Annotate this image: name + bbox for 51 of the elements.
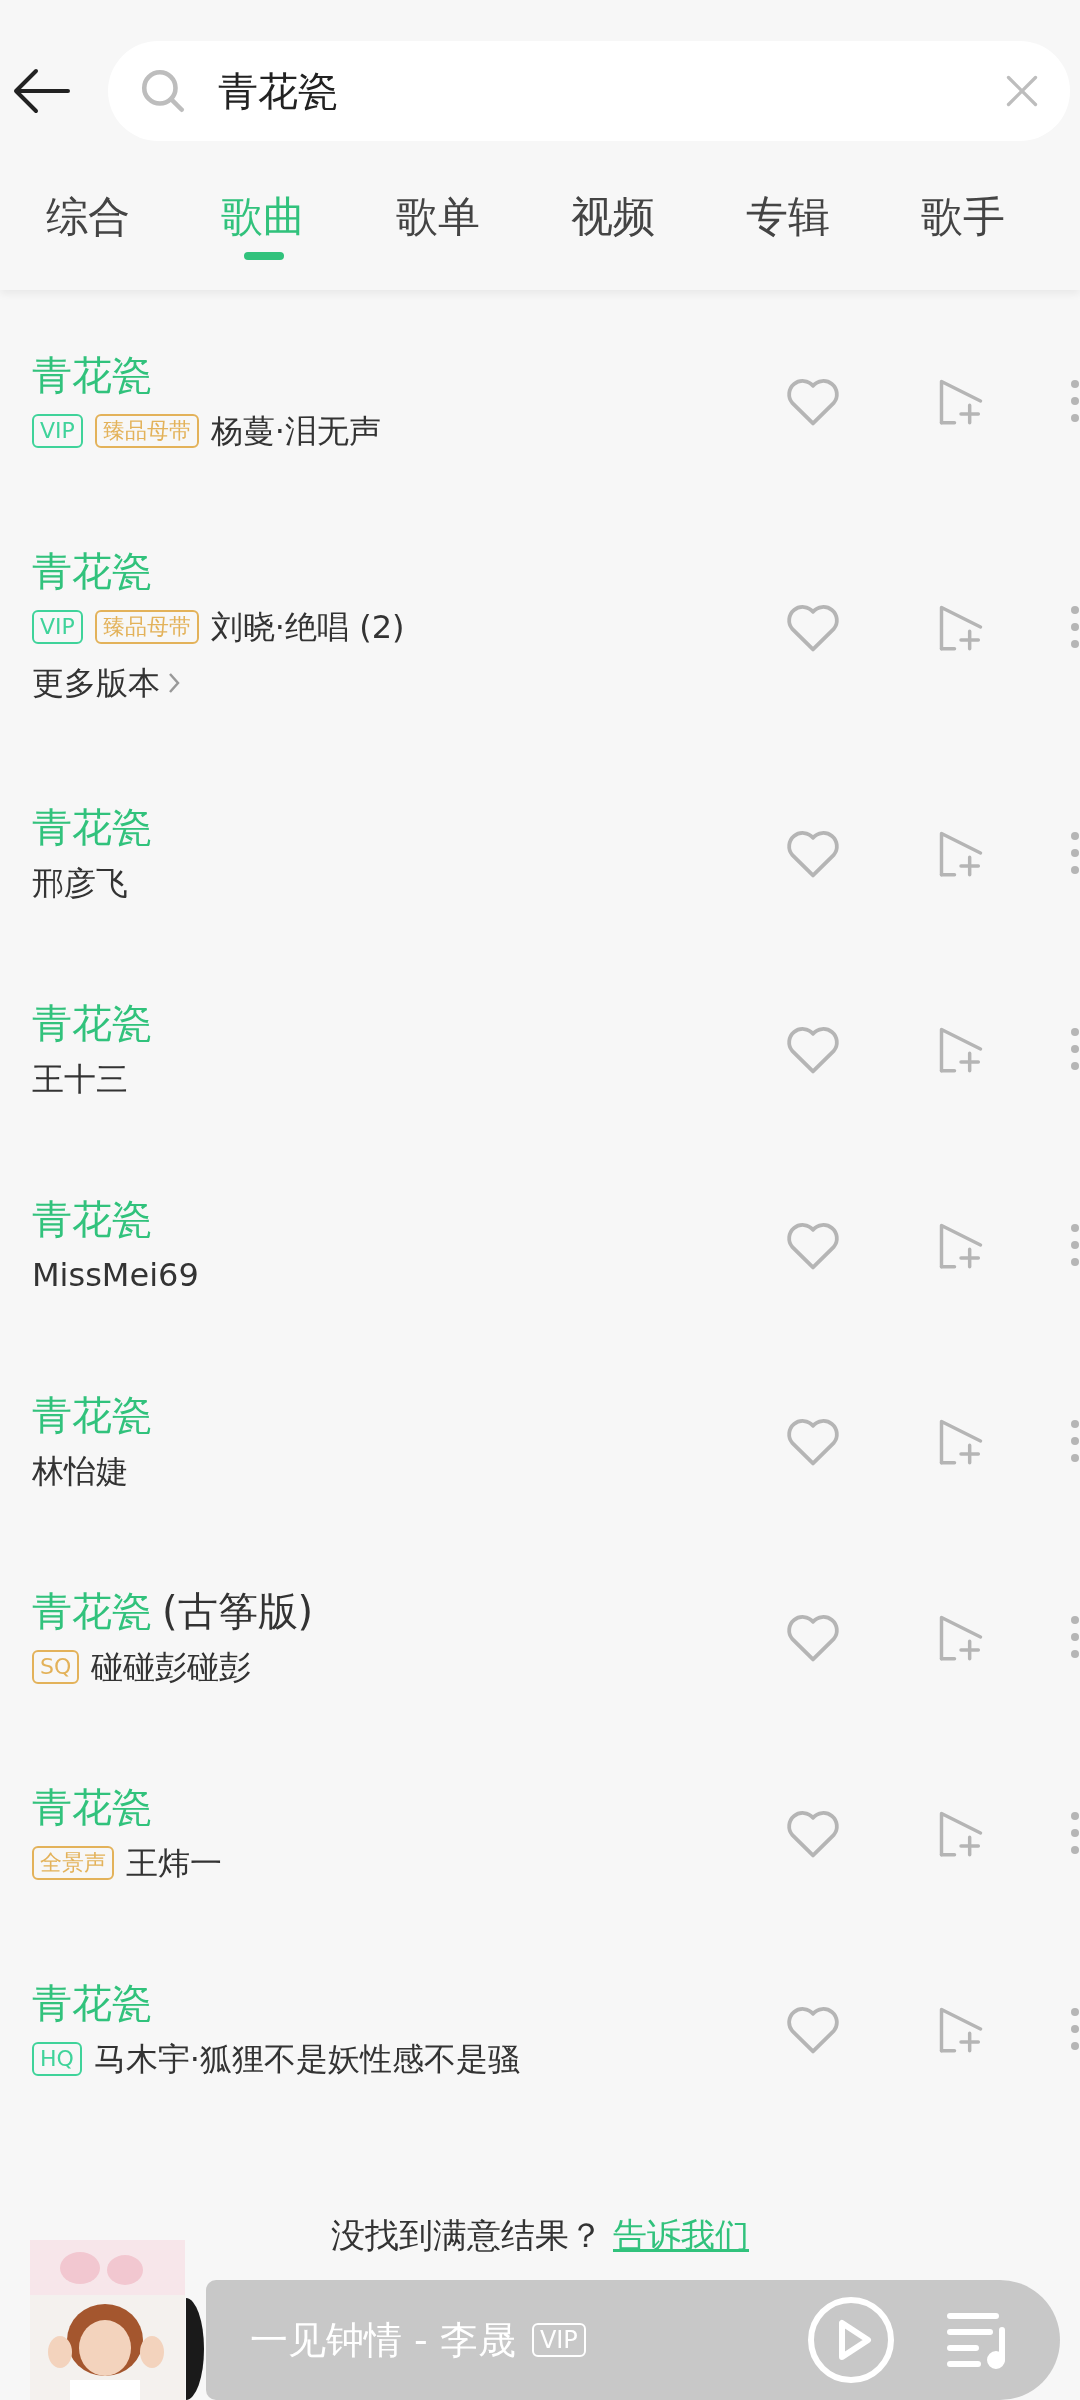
artist-text: 刘晓·绝唱 (2) <box>210 607 405 648</box>
song-title-suffix: (古筝版) <box>162 1587 314 1636</box>
quality-tag: SQ <box>32 1650 80 1684</box>
song-title[interactable]: 青花瓷 <box>32 345 152 405</box>
quality-tag: 臻品母带 <box>94 414 199 448</box>
feedback-text: 没找到满意结果？ <box>331 2213 603 2257</box>
more-icon[interactable] <box>1070 2007 1080 2051</box>
artist-text: 王十三 <box>32 1059 128 1100</box>
back-icon[interactable] <box>12 66 72 116</box>
vinyl-record-icon <box>186 2298 204 2400</box>
artist-text: 碰碰彭碰彭 <box>91 1647 252 1688</box>
song-title[interactable]: 青花瓷 <box>32 1973 152 2033</box>
song-title[interactable]: 青花瓷 <box>32 993 152 1053</box>
quality-tag: HQ <box>32 2042 82 2076</box>
more-icon[interactable] <box>1070 1027 1080 1071</box>
quality-tag: VIP <box>32 610 83 644</box>
tab[interactable]: 歌手 <box>875 166 1050 266</box>
more-icon[interactable] <box>1070 831 1080 875</box>
artist-text: 杨蔓·泪无声 <box>210 411 381 452</box>
tab[interactable]: 视频 <box>525 166 700 266</box>
more-icon[interactable] <box>1070 1811 1080 1855</box>
more-icon[interactable] <box>1070 379 1080 423</box>
play-icon[interactable] <box>806 2295 896 2385</box>
more-versions-link[interactable]: 更多版本 <box>32 659 180 707</box>
tab[interactable]: 歌曲 <box>175 166 350 266</box>
song-title[interactable]: 青花瓷 <box>32 1777 152 1837</box>
quality-tag: 臻品母带 <box>94 610 199 644</box>
tab[interactable]: 专辑 <box>700 166 875 266</box>
tab[interactable]: 歌单 <box>350 166 525 266</box>
artist-text: MissMei69 <box>32 1255 199 1296</box>
tab[interactable]: 综合 <box>0 166 175 266</box>
search-field[interactable]: 青花瓷 <box>108 41 1070 141</box>
more-icon[interactable] <box>1070 1615 1080 1659</box>
song-title[interactable]: 青花瓷 <box>32 1581 152 1641</box>
search-text: 青花瓷 <box>218 67 339 116</box>
more-icon[interactable] <box>1070 1223 1080 1267</box>
quality-tag: 全景声 <box>32 1846 114 1880</box>
artist-text: 邢彦飞 <box>32 863 128 904</box>
more-icon[interactable] <box>1070 605 1080 649</box>
artist-text: 林怡婕 <box>32 1451 128 1492</box>
artist-text: 王炜一 <box>126 1843 222 1884</box>
feedback-link[interactable]: 告诉我们 <box>613 2209 749 2261</box>
song-title[interactable]: 青花瓷 <box>32 1189 152 1249</box>
song-title[interactable]: 青花瓷 <box>32 797 152 857</box>
close-icon[interactable] <box>1004 73 1040 109</box>
song-title[interactable]: 青花瓷 <box>32 1385 152 1445</box>
more-icon[interactable] <box>1070 1419 1080 1463</box>
artist-text: 马木宇·狐狸不是妖性感不是骚 <box>93 2039 521 2080</box>
quality-tag: VIP <box>32 414 83 448</box>
song-title[interactable]: 青花瓷 <box>32 541 152 601</box>
chevron-icon <box>168 672 180 694</box>
